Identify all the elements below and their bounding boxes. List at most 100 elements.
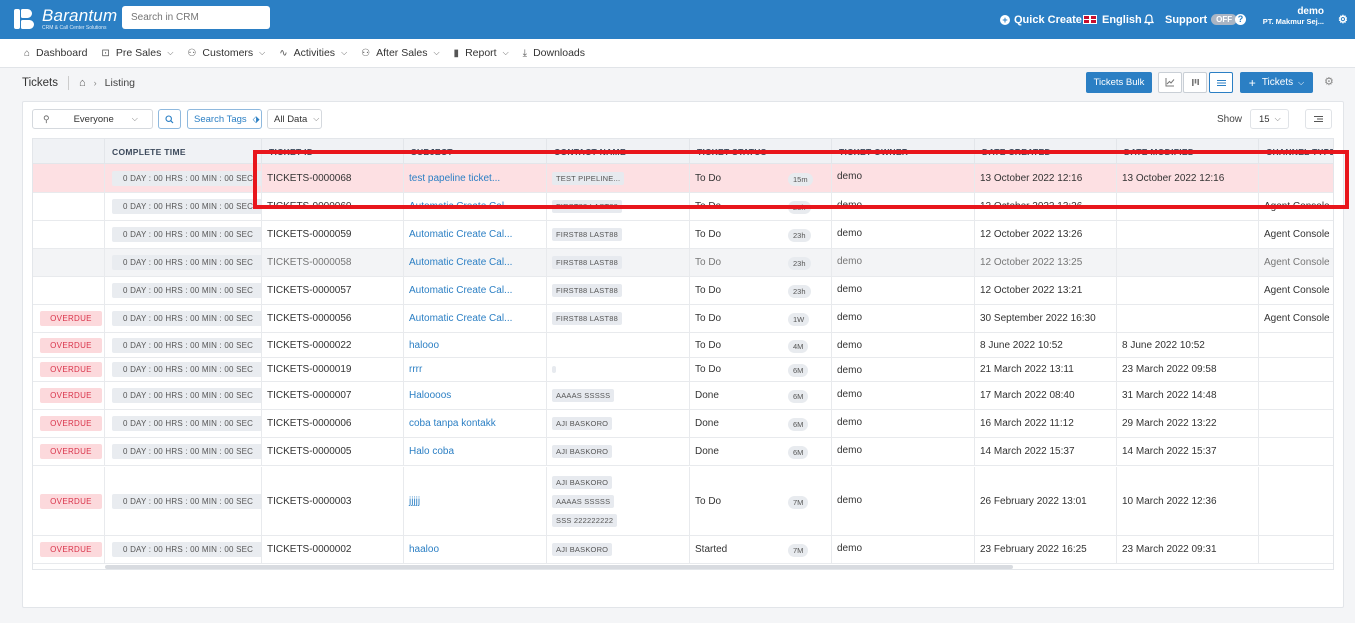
support-toggle[interactable]: Support OFF — [1165, 0, 1238, 39]
ticket-status: Done — [695, 446, 719, 457]
date-modified-cell: 29 March 2022 13:22 — [1116, 410, 1258, 437]
presales-icon: ⊡ — [101, 47, 110, 59]
table-row[interactable]: 0 DAY : 00 HRS : 00 MIN : 00 SEC TICKETS-… — [33, 277, 1333, 305]
user-menu[interactable]: demo PT. Makmur Sej... — [1258, 6, 1324, 26]
data-scope-select[interactable]: All Data ⌵ — [267, 109, 322, 129]
bell-icon[interactable] — [1144, 0, 1154, 39]
tickets-bulk-button[interactable]: Tickets Bulk — [1086, 72, 1152, 93]
contact-chip[interactable]: AAAAS SSSSS — [552, 494, 615, 508]
complete-time-cell: 0 DAY : 00 HRS : 00 MIN : 00 SEC — [104, 221, 261, 248]
subject-link[interactable]: Halo coba — [409, 446, 454, 457]
date-created-cell: 23 February 2022 16:25 — [974, 536, 1116, 563]
contact-name-cell: AJI BASKORO — [546, 536, 689, 563]
date-created-cell: 17 March 2022 08:40 — [974, 382, 1116, 409]
table-row[interactable]: OVERDUE 0 DAY : 00 HRS : 00 MIN : 00 SEC T… — [33, 536, 1333, 564]
contact-chip[interactable]: FIRST88 LAST88 — [552, 228, 622, 241]
ticket-owner-cell: demo — [831, 536, 974, 563]
date-modified: 23 March 2022 09:31 — [1122, 544, 1217, 555]
column-settings-icon[interactable] — [1305, 109, 1332, 129]
overdue-badge: OVERDUE — [40, 311, 102, 326]
contact-chip[interactable]: FIRST88 LAST88 — [552, 256, 622, 269]
horizontal-scrollbar[interactable] — [105, 565, 1013, 569]
table-row[interactable]: OVERDUE 0 DAY : 00 HRS : 00 MIN : 00 SEC T… — [33, 467, 1333, 536]
subject-link[interactable]: rrrr — [409, 364, 422, 375]
ticket-id: TICKETS-0000022 — [267, 339, 352, 351]
table-row[interactable]: OVERDUE 0 DAY : 00 HRS : 00 MIN : 00 SEC T… — [33, 438, 1333, 466]
ticket-status-cell: To Do 23h — [689, 249, 831, 276]
contact-chip[interactable]: AJI BASKORO — [552, 543, 613, 556]
contact-chip[interactable]: FIRST88 LAST88 — [552, 284, 622, 297]
complete-time-cell: 0 DAY : 00 HRS : 00 MIN : 00 SEC — [104, 277, 261, 304]
filter-icon: ⚲ — [43, 113, 50, 124]
subject-link[interactable]: Automatic Create Cal... — [409, 229, 512, 240]
list-view-icon[interactable] — [1209, 72, 1233, 93]
kanban-view-icon[interactable] — [1183, 72, 1207, 93]
table-row[interactable]: OVERDUE 0 DAY : 00 HRS : 00 MIN : 00 SEC T… — [33, 305, 1333, 333]
ticket-id: TICKETS-0000005 — [267, 446, 352, 457]
owner-filter-select[interactable]: ⚲ Everyone ⌵ — [32, 109, 153, 129]
new-ticket-button[interactable]: + Tickets ⌵ — [1240, 72, 1313, 93]
nav-after-sales[interactable]: ⚇ After Sales ⌵ — [361, 47, 439, 59]
help-icon[interactable]: ? — [1235, 0, 1250, 39]
nav-activities[interactable]: ∿ Activities ⌵ — [279, 47, 347, 59]
home-icon[interactable]: ⌂ — [79, 77, 86, 89]
quick-create-button[interactable]: + Quick Create — [1000, 0, 1082, 39]
subject-link[interactable]: Automatic Create Cal... — [409, 285, 512, 296]
date-created: 21 March 2022 13:11 — [980, 364, 1074, 375]
contact-name-cell: FIRST88 LAST88 — [546, 305, 689, 332]
subject-link[interactable]: jjjjj — [409, 496, 420, 507]
subject-link[interactable]: Automatic Create Cal... — [409, 257, 512, 268]
contact-chip[interactable]: FIRST88 LAST88 — [552, 312, 622, 325]
subject-link[interactable]: halooo — [409, 340, 439, 351]
subject-link[interactable]: coba tanpa kontakk — [409, 418, 496, 429]
search-button[interactable] — [158, 109, 181, 129]
date-created: 12 October 2022 13:25 — [980, 257, 1083, 268]
ticket-owner-cell: demo — [831, 277, 974, 304]
ticket-status: To Do — [695, 313, 722, 324]
page-size-select[interactable]: 15 ⌵ — [1250, 109, 1289, 129]
contact-chip[interactable]: AJI BASKORO — [552, 475, 613, 489]
overdue-cell: OVERDUE — [33, 410, 104, 437]
subject-link[interactable]: Automatic Create Cal... — [409, 313, 512, 324]
nav-report[interactable]: ▮ Report ⌵ — [454, 47, 509, 59]
search-tags-button[interactable]: Search Tags ⬗ — [187, 109, 262, 129]
age-badge: 6M — [788, 390, 809, 403]
contact-chip[interactable] — [552, 366, 556, 373]
language-selector[interactable]: English — [1083, 0, 1142, 39]
overdue-cell — [33, 193, 104, 220]
table-row[interactable]: OVERDUE 0 DAY : 00 HRS : 00 MIN : 00 SEC T… — [33, 382, 1333, 410]
contact-chip[interactable]: AAAAS SSSSS — [552, 389, 615, 402]
table-row[interactable]: 0 DAY : 00 HRS : 00 MIN : 00 SEC TICKETS-… — [33, 221, 1333, 249]
nav-pre-sales[interactable]: ⊡ Pre Sales ⌵ — [101, 47, 173, 59]
nav-customers[interactable]: ⚇ Customers ⌵ — [187, 47, 265, 59]
crm-search-input[interactable] — [122, 6, 270, 29]
table-row[interactable]: OVERDUE 0 DAY : 00 HRS : 00 MIN : 00 SEC T… — [33, 410, 1333, 438]
overdue-badge: OVERDUE — [40, 416, 102, 431]
date-created-cell: 26 February 2022 13:01 — [974, 467, 1116, 535]
channel-type-cell — [1258, 438, 1333, 465]
nav-downloads[interactable]: ⤓ Downloads — [523, 47, 585, 59]
complete-time-badge: 0 DAY : 00 HRS : 00 MIN : 00 SEC — [112, 255, 261, 270]
date-created-cell: 21 March 2022 13:11 — [974, 358, 1116, 381]
table-row[interactable]: OVERDUE 0 DAY : 00 HRS : 00 MIN : 00 SEC T… — [33, 358, 1333, 382]
table-row[interactable]: OVERDUE 0 DAY : 00 HRS : 00 MIN : 00 SEC T… — [33, 333, 1333, 358]
ticket-owner-cell: demo — [831, 382, 974, 409]
contact-chip[interactable]: AJI BASKORO — [552, 417, 613, 430]
table-row[interactable]: 0 DAY : 00 HRS : 00 MIN : 00 SEC TICKETS-… — [33, 249, 1333, 277]
subject-link[interactable]: haaloo — [409, 544, 439, 555]
brand-logo[interactable]: Barantum CRM & Call Center Solutions — [12, 5, 117, 33]
channel-type-cell: Agent Console — [1258, 277, 1333, 304]
settings-gear-icon[interactable]: ⚙ — [1338, 0, 1348, 39]
contact-chip[interactable]: AJI BASKORO — [552, 445, 613, 458]
contact-chip[interactable]: SSS 222222222 — [552, 513, 618, 527]
chart-view-icon[interactable] — [1158, 72, 1182, 93]
complete-time-badge: 0 DAY : 00 HRS : 00 MIN : 00 SEC — [112, 283, 261, 298]
nav-dashboard[interactable]: ⌂ Dashboard — [24, 47, 87, 59]
quick-create-label: Quick Create — [1014, 13, 1082, 26]
plus-icon: + — [1248, 75, 1256, 90]
support-toggle-state[interactable]: OFF — [1211, 14, 1238, 25]
ticket-status-cell: To Do 6M — [689, 358, 831, 381]
page-settings-icon[interactable]: ⚙ — [1324, 75, 1334, 88]
subject-link[interactable]: Haloooos — [409, 390, 451, 401]
subject-cell: Automatic Create Cal... — [403, 277, 546, 304]
